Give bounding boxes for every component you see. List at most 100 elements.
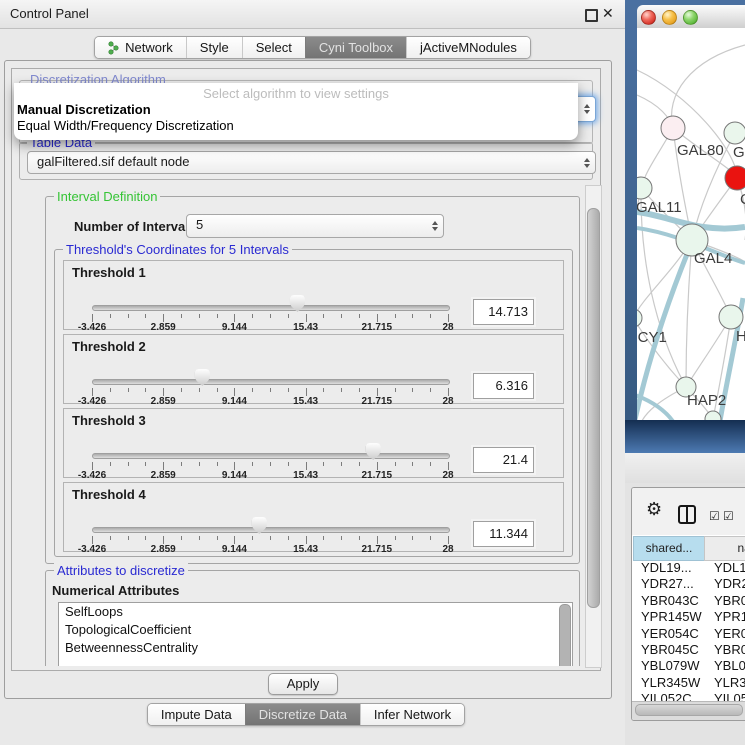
dropdown-option-manual[interactable]: Manual Discretization: [14, 102, 578, 118]
threshold-panel-3: Threshold 3-3.4262.8599.14415.4321.71528…: [63, 408, 564, 478]
tick-label: 9.144: [222, 470, 247, 481]
tab-discretize-data[interactable]: Discretize Data: [245, 704, 360, 725]
tick-label: 28: [442, 322, 453, 333]
table-row[interactable]: YBL079WYBL079W: [632, 658, 745, 674]
tab-infer-network[interactable]: Infer Network: [360, 704, 464, 725]
dropdown-option-equal-width[interactable]: Equal Width/Frequency Discretization: [14, 118, 578, 134]
table-data-value: galFiltered.sif default node: [37, 154, 189, 169]
tick-label: 15.43: [293, 396, 318, 407]
attributes-group: Attributes to discretize Numerical Attri…: [45, 570, 580, 666]
tab-cyni-toolbox[interactable]: Cyni Toolbox: [305, 37, 406, 58]
network-node[interactable]: [705, 411, 721, 420]
network-edge-thick[interactable]: [637, 393, 676, 420]
tab-style[interactable]: Style: [186, 37, 242, 58]
table-row[interactable]: YBR045CYBR045C: [632, 642, 745, 658]
close-icon[interactable]: ✕: [602, 5, 614, 22]
threshold-value-field[interactable]: 6.316: [473, 373, 534, 399]
tab-network[interactable]: Network: [95, 37, 186, 58]
tick-label: 2.859: [151, 322, 176, 333]
slider-track[interactable]: [92, 379, 450, 385]
tick-label: 21.715: [362, 470, 393, 481]
network-edge[interactable]: [672, 45, 745, 128]
checkbox-icon[interactable]: ☑: [723, 509, 734, 523]
split-columns-icon[interactable]: [678, 505, 696, 524]
cell-shared-name: YER054C: [641, 626, 699, 642]
table-row[interactable]: YLR345WYLR345W: [632, 675, 745, 691]
table-row[interactable]: YBR043CYBR043C: [632, 593, 745, 609]
zoom-traffic-light-icon[interactable]: [683, 10, 698, 25]
tick-label: 15.43: [293, 544, 318, 555]
network-canvas[interactable]: GAL80GCGAL11GAL4GCY1HHAP2: [637, 28, 745, 420]
tab-label: Style: [200, 40, 229, 55]
threshold-value-field[interactable]: 11.344: [473, 521, 534, 547]
network-window-titlebar[interactable]: [637, 5, 745, 29]
panel-title: Control Panel: [10, 6, 89, 21]
number-of-intervals-value: 5: [196, 217, 203, 232]
settings-scroll-area: Interval Definition Number of Intervals …: [19, 185, 585, 666]
cell-name: YPR145W: [714, 609, 745, 625]
table-row[interactable]: YDR27...YDR27...: [632, 576, 745, 592]
network-node-gal80[interactable]: [661, 116, 685, 140]
minimize-traffic-light-icon[interactable]: [662, 10, 677, 25]
apply-button[interactable]: Apply: [268, 673, 338, 695]
combo-stepper-icon: [584, 104, 590, 114]
threshold-panel-4: Threshold 4-3.4262.8599.14415.4321.71528…: [63, 482, 564, 552]
cell-name: YLR345W: [714, 675, 745, 691]
network-node-c[interactable]: [725, 166, 745, 190]
slider-scale: -3.4262.8599.14415.4321.71528: [92, 322, 448, 334]
tab-label: Impute Data: [161, 707, 232, 722]
tab-label: Infer Network: [374, 707, 451, 722]
tick-label: 9.144: [222, 322, 247, 333]
close-traffic-light-icon[interactable]: [641, 10, 656, 25]
tab-label: Network: [125, 40, 173, 55]
table-data-combobox[interactable]: galFiltered.sif default node: [27, 151, 596, 174]
table-row[interactable]: YPR145WYPR145W: [632, 609, 745, 625]
tick-label: 28: [442, 396, 453, 407]
network-edge[interactable]: [637, 70, 737, 176]
attribute-list-item[interactable]: BetweennessCentrality: [59, 639, 572, 657]
threshold-value-field[interactable]: 21.4: [473, 447, 534, 473]
slider-track[interactable]: [92, 527, 450, 533]
node-table: ⚙ ☑ ☑ shared... name YDL19...YDL19...YDR…: [631, 487, 745, 721]
column-header-shared-name[interactable]: shared...: [633, 536, 705, 561]
list-scrollbar-thumb[interactable]: [559, 604, 571, 666]
tick-label: 15.43: [293, 322, 318, 333]
scrollbar-thumb[interactable]: [587, 208, 600, 608]
tick-label: -3.426: [78, 322, 106, 333]
column-header-name[interactable]: name: [704, 536, 745, 561]
network-node-g[interactable]: [724, 122, 745, 144]
cell-name: YDL19...: [714, 560, 745, 576]
attribute-list-item[interactable]: SelfLoops: [59, 603, 572, 621]
network-icon: [108, 41, 119, 55]
tab-jactivemnodules[interactable]: jActiveMNodules: [406, 37, 530, 58]
checkbox-icon[interactable]: ☑: [709, 509, 720, 523]
cell-shared-name: YBR045C: [641, 642, 699, 658]
gear-icon[interactable]: ⚙: [646, 499, 662, 520]
screenshot-root: Control Panel ✕ Network Style SelectCyni T…: [0, 0, 745, 745]
slider-track[interactable]: [92, 453, 450, 459]
network-node-h[interactable]: [719, 305, 743, 329]
threshold-label: Threshold 1: [72, 265, 146, 280]
table-horizontal-scrollbar[interactable]: [632, 701, 745, 721]
tab-impute-data[interactable]: Impute Data: [148, 704, 245, 725]
numerical-attributes-label: Numerical Attributes: [52, 583, 179, 598]
threshold-value-field[interactable]: 14.713: [473, 299, 534, 325]
numerical-attributes-list[interactable]: SelfLoopsTopologicalCoefficientBetweenne…: [58, 602, 573, 666]
table-row[interactable]: YER054CYER054C: [632, 626, 745, 642]
cell-name: YBR043C: [714, 593, 745, 609]
threshold-panel-2: Threshold 2-3.4262.8599.14415.4321.71528…: [63, 334, 564, 404]
tick-label: -3.426: [78, 544, 106, 555]
attribute-list-item[interactable]: TopologicalCoefficient: [59, 621, 572, 639]
scrollbar-thumb[interactable]: [635, 704, 743, 716]
network-node-gal11[interactable]: [637, 177, 652, 199]
network-edge[interactable]: [686, 240, 692, 387]
slider-track[interactable]: [92, 305, 450, 311]
table-row[interactable]: YDL19...YDL19...: [632, 560, 745, 576]
number-of-intervals-combobox[interactable]: 5: [186, 214, 444, 238]
network-node-gcy1[interactable]: [637, 309, 642, 327]
settings-vertical-scrollbar[interactable]: [585, 185, 602, 668]
tab-select[interactable]: Select: [242, 37, 305, 58]
float-window-icon[interactable]: [585, 9, 598, 22]
threshold-label: Threshold 3: [72, 413, 146, 428]
slider-scale: -3.4262.8599.14415.4321.71528: [92, 396, 448, 408]
